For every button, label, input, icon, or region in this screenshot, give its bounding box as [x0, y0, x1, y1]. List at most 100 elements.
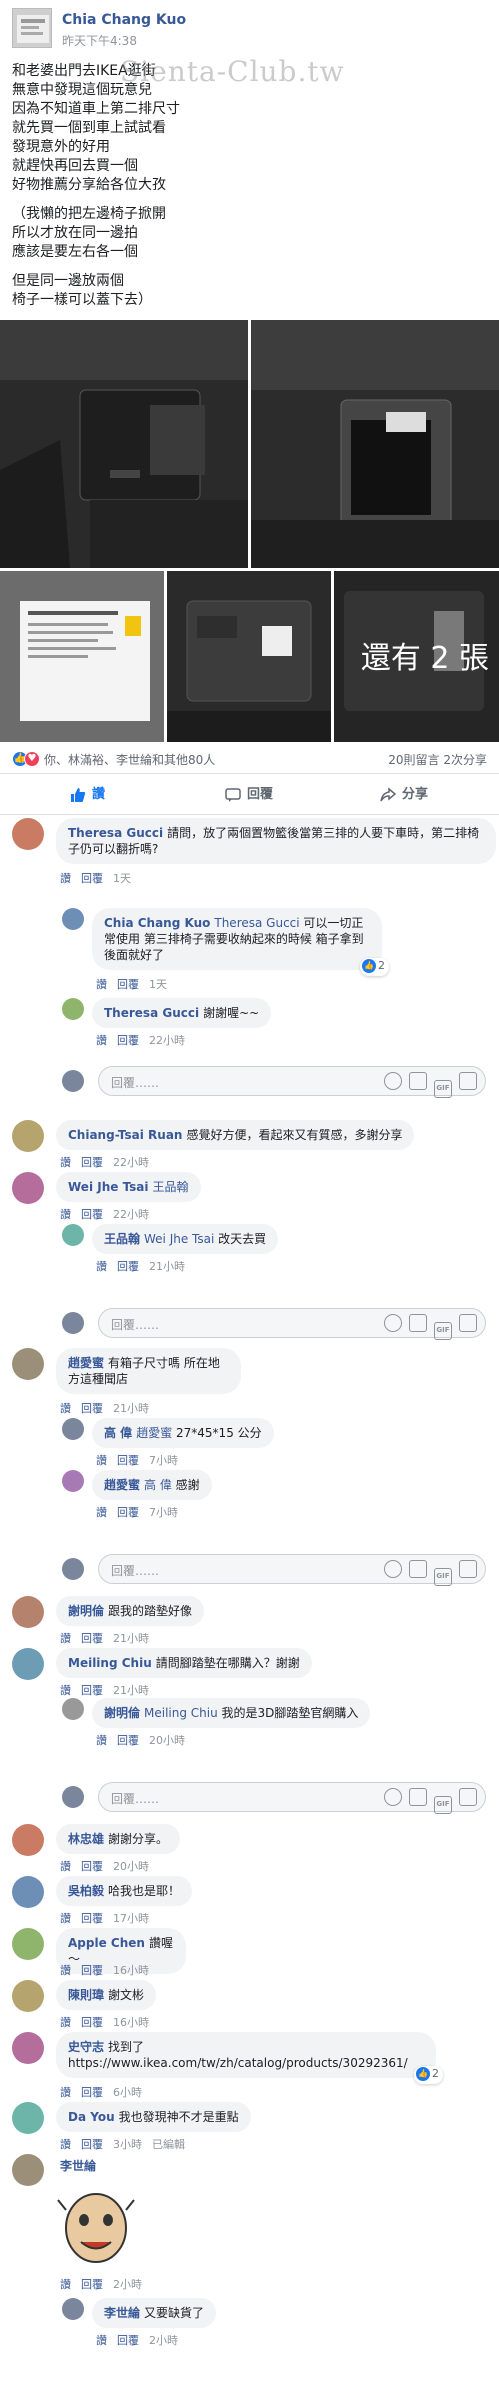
commenter-avatar[interactable] — [12, 1980, 44, 2012]
comment-time[interactable]: 3小時 — [113, 2138, 142, 2151]
camera-icon[interactable] — [409, 1314, 427, 1332]
comment-time[interactable]: 6小時 — [113, 2086, 142, 2099]
comment-time[interactable]: 21小時 — [113, 1402, 149, 1415]
comment-time[interactable]: 21小時 — [113, 1632, 149, 1645]
comment-time[interactable]: 16小時 — [113, 2016, 149, 2029]
commenter-avatar[interactable] — [62, 1418, 84, 1440]
comment-time[interactable]: 20小時 — [113, 1860, 149, 1873]
commenter-name[interactable]: Meiling Chiu — [68, 1656, 152, 1670]
comment-reply-link[interactable]: 回覆 — [117, 978, 139, 991]
comment-reply-link[interactable]: 回覆 — [81, 2086, 103, 2099]
commenter-avatar[interactable] — [12, 1596, 44, 1628]
comment-reaction-count[interactable]: 👍 2 — [360, 958, 389, 976]
commenter-name[interactable]: Apple Chen — [68, 1936, 145, 1950]
post-timestamp[interactable]: 昨天下午4:38 — [62, 32, 137, 49]
commenter-avatar[interactable] — [12, 1172, 44, 1204]
comment-reply-link[interactable]: 回覆 — [81, 2138, 103, 2151]
comment-time[interactable]: 1天 — [149, 978, 167, 991]
comment-like-link[interactable]: 讚 — [60, 1208, 71, 1221]
comment-reply-link[interactable]: 回覆 — [81, 1156, 103, 1169]
comment-time[interactable]: 7小時 — [149, 1454, 178, 1467]
commenter-avatar[interactable] — [12, 1648, 44, 1680]
comment-reply-link[interactable]: 回覆 — [81, 1860, 103, 1873]
commenter-avatar[interactable] — [12, 1120, 44, 1152]
camera-icon[interactable] — [409, 1072, 427, 1090]
commenter-avatar[interactable] — [62, 1224, 84, 1246]
camera-icon[interactable] — [409, 1560, 427, 1578]
sticker-icon[interactable] — [459, 1314, 477, 1332]
commenter-name[interactable]: 王品翰 — [104, 1232, 140, 1246]
mentioned-user[interactable]: Meiling Chiu — [144, 1706, 222, 1720]
comment-reply-link[interactable]: 回覆 — [81, 1912, 103, 1925]
commenter-avatar[interactable] — [12, 818, 44, 850]
camera-icon[interactable] — [409, 1788, 427, 1806]
comment-like-link[interactable]: 讚 — [60, 1156, 71, 1169]
comment-time[interactable]: 2小時 — [149, 2334, 178, 2347]
commenter-name[interactable]: 趙愛蜜 — [104, 1478, 140, 1492]
commenter-name[interactable]: 高 偉 — [104, 1426, 132, 1440]
comment-reply-link[interactable]: 回覆 — [117, 1260, 139, 1273]
commenter-name[interactable]: 謝明倫 — [104, 1706, 140, 1720]
comment-like-link[interactable]: 讚 — [60, 1684, 71, 1697]
commenter-avatar[interactable] — [12, 1824, 44, 1856]
comment-reply-link[interactable]: 回覆 — [81, 1402, 103, 1415]
commenter-avatar[interactable] — [62, 2298, 84, 2320]
comment-like-link[interactable]: 讚 — [60, 1402, 71, 1415]
commenter-name[interactable]: Wei Jhe Tsai — [68, 1180, 149, 1194]
comment-time[interactable]: 22小時 — [149, 1034, 185, 1047]
comment-time[interactable]: 22小時 — [113, 1208, 149, 1221]
photo-2[interactable] — [251, 320, 499, 568]
comment-reply-link[interactable]: 回覆 — [117, 1034, 139, 1047]
comment-like-link[interactable]: 讚 — [60, 2086, 71, 2099]
commenter-avatar[interactable] — [12, 1876, 44, 1908]
commenter-avatar[interactable] — [62, 908, 84, 930]
comment-reply-link[interactable]: 回覆 — [81, 872, 103, 885]
comment-like-link[interactable]: 讚 — [60, 2138, 71, 2151]
reaction-icons[interactable]: 👍 ♥ — [12, 751, 48, 767]
share-button[interactable]: 分享 — [380, 775, 428, 815]
comment-like-link[interactable]: 讚 — [96, 1506, 107, 1519]
comment-like-link[interactable]: 讚 — [60, 1912, 71, 1925]
commenter-name[interactable]: Theresa Gucci — [68, 826, 163, 840]
commenter-avatar[interactable] — [62, 998, 84, 1020]
commenter-avatar[interactable] — [12, 2154, 44, 2186]
commenter-name[interactable]: 陳則瑋 — [68, 1988, 104, 2002]
reply-input[interactable]: 回覆…… GIF — [98, 1308, 486, 1340]
commenter-name[interactable]: 謝明倫 — [68, 1604, 104, 1618]
comment-time[interactable]: 22小時 — [113, 1156, 149, 1169]
comment-time[interactable]: 21小時 — [149, 1260, 185, 1273]
comment-time[interactable]: 17小時 — [113, 1912, 149, 1925]
reactors-summary[interactable]: 你、林滿裕、李世綸和其他80人 — [44, 751, 215, 768]
comment-time[interactable]: 21小時 — [113, 1684, 149, 1697]
commenter-avatar[interactable] — [12, 2102, 44, 2134]
mentioned-user[interactable]: Theresa Gucci — [214, 916, 303, 930]
author-avatar[interactable] — [12, 8, 52, 48]
commenter-avatar[interactable] — [62, 1470, 84, 1492]
commenter-name[interactable]: 李世綸 — [60, 2159, 96, 2173]
mentioned-user[interactable]: 高 偉 — [144, 1478, 176, 1492]
comment-like-link[interactable]: 讚 — [96, 1034, 107, 1047]
comment-time[interactable]: 20小時 — [149, 1734, 185, 1747]
photo-1[interactable] — [0, 320, 248, 568]
reply-input[interactable]: 回覆…… GIF — [98, 1782, 486, 1814]
gif-icon[interactable]: GIF — [434, 1568, 452, 1586]
emoji-icon[interactable] — [384, 1560, 402, 1578]
commenter-name[interactable]: Theresa Gucci — [104, 1006, 199, 1020]
comment-like-link[interactable]: 讚 — [96, 1260, 107, 1273]
gif-icon[interactable]: GIF — [434, 1080, 452, 1098]
gif-icon[interactable]: GIF — [434, 1322, 452, 1340]
like-button[interactable]: 讚 — [70, 775, 105, 815]
commenter-name[interactable]: Chia Chang Kuo — [104, 916, 210, 930]
commenter-name[interactable]: 趙愛蜜 — [68, 1356, 104, 1370]
mentioned-user[interactable]: 王品翰 — [153, 1180, 189, 1194]
comment-like-link[interactable]: 讚 — [96, 2334, 107, 2347]
comment-reply-link[interactable]: 回覆 — [117, 1734, 139, 1747]
comment-reply-link[interactable]: 回覆 — [117, 1506, 139, 1519]
commenter-avatar[interactable] — [12, 1348, 44, 1380]
commenter-avatar[interactable] — [12, 2032, 44, 2064]
comment-like-link[interactable]: 讚 — [96, 1734, 107, 1747]
comment-reply-link[interactable]: 回覆 — [81, 1632, 103, 1645]
emoji-icon[interactable] — [384, 1314, 402, 1332]
mentioned-user[interactable]: 趙愛蜜 — [136, 1426, 176, 1440]
comment-like-link[interactable]: 讚 — [60, 1632, 71, 1645]
